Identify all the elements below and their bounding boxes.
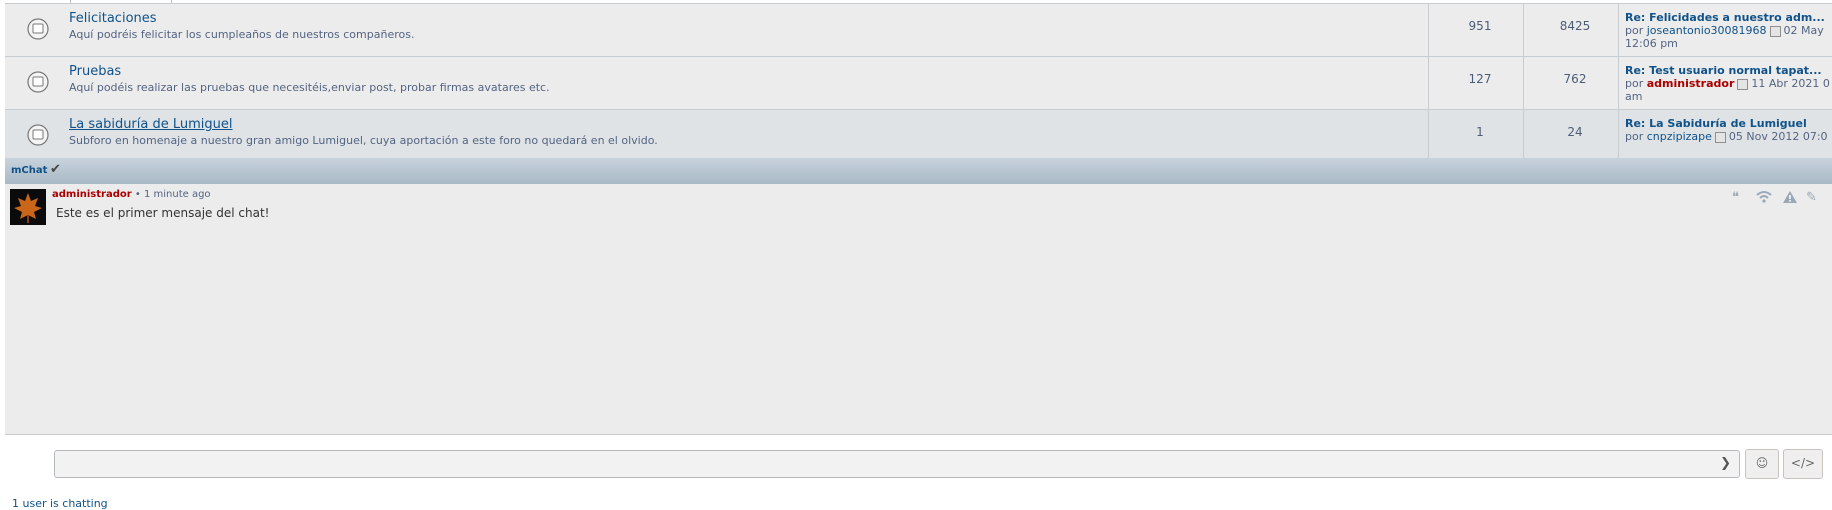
forum-read-icon xyxy=(27,71,49,93)
view-latest-post-icon[interactable] xyxy=(1737,78,1749,90)
message-author-link[interactable]: administrador xyxy=(52,189,132,200)
forum-title-link[interactable]: La sabiduría de Lumiguel xyxy=(69,117,233,132)
topics-count: 1 xyxy=(1476,125,1484,139)
mchat-header: mChat ✔ xyxy=(5,158,1832,184)
last-post-title-link[interactable]: Re: Felicidades a nuestro adm... xyxy=(1625,11,1825,24)
smiley-icon: ☺ xyxy=(1755,456,1769,470)
last-post-by: por xyxy=(1625,130,1644,143)
last-post-date: 05 Nov 2012 07:0 xyxy=(1728,130,1828,143)
divider xyxy=(1618,4,1619,56)
message-meta: administrador • 1 minute ago xyxy=(52,189,211,200)
forum-row: La sabiduría de Lumiguel Subforo en home… xyxy=(5,110,1832,163)
ip-icon[interactable] xyxy=(1756,190,1772,208)
forum-row: Felicitaciones Aquí podréis felicitar lo… xyxy=(5,4,1832,57)
posts-count: 24 xyxy=(1567,125,1583,139)
divider xyxy=(1428,110,1429,162)
maple-leaf-avatar-icon xyxy=(10,189,46,225)
forum-row: Pruebas Aquí podéis realizar las pruebas… xyxy=(5,57,1832,110)
last-post-date: 11 Abr 2021 0 xyxy=(1751,77,1830,90)
last-post-title-link[interactable]: Re: Test usuario normal tapat... xyxy=(1625,64,1822,77)
chevron-right-icon[interactable]: ❯ xyxy=(1720,456,1731,471)
last-post: Re: Felicidades a nuestro adm... por jos… xyxy=(1625,11,1832,50)
last-post: Re: La Sabiduría de Lumiguel por cnpzipi… xyxy=(1625,117,1832,143)
last-post-title-link[interactable]: Re: La Sabiduría de Lumiguel xyxy=(1625,117,1807,130)
last-post-time: 12:06 pm xyxy=(1625,37,1678,50)
message-text: Este es el primer mensaje del chat! xyxy=(56,206,270,220)
divider xyxy=(1618,110,1619,162)
chat-message-input[interactable]: ❯ xyxy=(54,450,1740,478)
divider xyxy=(1428,4,1429,56)
message-time: • 1 minute ago xyxy=(134,189,211,200)
mchat-title[interactable]: mChat xyxy=(11,165,47,176)
last-post-time: am xyxy=(1625,90,1643,103)
divider xyxy=(1523,57,1524,109)
page: Felicitaciones Aquí podréis felicitar lo… xyxy=(0,0,1832,510)
report-icon[interactable] xyxy=(1782,190,1798,208)
divider xyxy=(1428,57,1429,109)
forum-read-icon xyxy=(27,18,49,40)
smilies-button[interactable]: ☺ xyxy=(1745,449,1779,479)
divider xyxy=(1618,57,1619,109)
posts-count: 8425 xyxy=(1559,19,1591,33)
forum-description: Subforo en homenaje a nuestro gran amigo… xyxy=(69,134,658,147)
forum-description: Aquí podréis felicitar los cumpleaños de… xyxy=(69,28,415,41)
avatar[interactable] xyxy=(10,189,46,225)
last-post-user-link[interactable]: cnpzipizape xyxy=(1647,130,1712,143)
last-post-user-link[interactable]: joseantonio30081968 xyxy=(1647,24,1767,37)
view-latest-post-icon[interactable] xyxy=(1714,131,1726,143)
mchat-messages[interactable]: administrador • 1 minute ago Este es el … xyxy=(5,184,1832,435)
forum-title-link[interactable]: Felicitaciones xyxy=(69,11,157,26)
quote-icon[interactable]: ❝ xyxy=(1732,190,1739,205)
last-post-user-link[interactable]: administrador xyxy=(1647,77,1735,90)
divider xyxy=(1523,4,1524,56)
topics-count: 951 xyxy=(1468,19,1492,33)
forum-title-link[interactable]: Pruebas xyxy=(69,64,121,79)
forum-read-icon xyxy=(27,124,49,146)
message-actions: ❝ ✎ xyxy=(1732,190,1832,206)
posts-count: 762 xyxy=(1563,72,1587,86)
topics-count: 127 xyxy=(1468,72,1492,86)
check-icon[interactable]: ✔ xyxy=(50,162,61,177)
last-post-date: 02 May xyxy=(1783,24,1824,37)
forum-description: Aquí podéis realizar las pruebas que nec… xyxy=(69,81,550,94)
forum-list: Felicitaciones Aquí podréis felicitar lo… xyxy=(5,3,1832,163)
edit-icon[interactable]: ✎ xyxy=(1806,190,1817,205)
last-post: Re: Test usuario normal tapat... por adm… xyxy=(1625,64,1832,103)
mchat-input-area: ❯ ☺ </> 1 user is chatting xyxy=(5,435,1832,510)
last-post-by: por xyxy=(1625,77,1644,90)
bbcode-button[interactable]: </> xyxy=(1783,449,1823,479)
view-latest-post-icon[interactable] xyxy=(1769,25,1781,37)
divider xyxy=(1523,110,1524,162)
last-post-by: por xyxy=(1625,24,1644,37)
code-icon: </> xyxy=(1790,456,1816,470)
